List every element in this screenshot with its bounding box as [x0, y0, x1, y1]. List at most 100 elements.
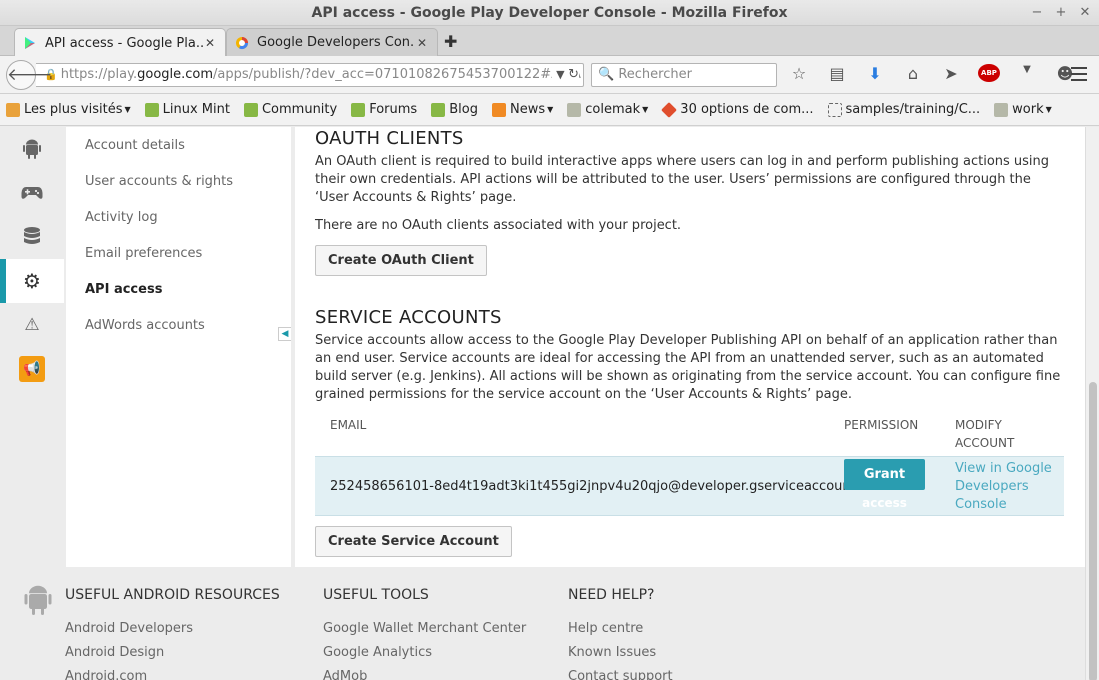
bookmark-label: colemak — [585, 102, 641, 117]
url-host: google.com — [137, 67, 214, 82]
bookmark-linux-mint[interactable]: Linux Mint — [144, 102, 230, 117]
bookmarks-toolbar: Les plus visités ▼ Linux Mint Community F… — [0, 94, 1099, 126]
footer-heading: USEFUL TOOLS — [323, 587, 429, 603]
rail-item-games[interactable] — [0, 171, 64, 215]
bookmark-samples-training[interactable]: samples/training/C... — [827, 102, 981, 117]
warning-icon: ⚠ — [24, 315, 40, 335]
rail-item-apps[interactable] — [0, 127, 64, 171]
dropdown-arrow-icon[interactable]: ▼ — [556, 68, 564, 81]
oauth-empty-message: There are no OAuth clients associated wi… — [315, 218, 682, 233]
grant-access-sublabel: access — [862, 496, 907, 510]
downloads-icon[interactable]: ⬇ — [864, 64, 886, 83]
footer-link-help-centre[interactable]: Help centre — [568, 621, 643, 636]
grant-access-button[interactable]: Grant — [844, 459, 925, 490]
tab-title: Google Developers Con... — [257, 35, 415, 50]
close-window-button[interactable]: ✕ — [1079, 0, 1091, 26]
close-tab-icon[interactable]: ✕ — [203, 36, 217, 50]
bookmark-label: work — [1012, 102, 1044, 117]
google-play-icon — [25, 37, 35, 49]
settings-sidebar: Account details User accounts & rights A… — [66, 127, 291, 567]
sidebar-item-email-preferences[interactable]: Email preferences — [85, 246, 202, 261]
maximize-button[interactable]: + — [1055, 0, 1067, 26]
minimize-button[interactable]: − — [1031, 0, 1043, 26]
api-access-panel: OAUTH CLIENTS An OAuth client is require… — [295, 127, 1085, 567]
rail-item-alerts[interactable]: ⚠ — [0, 303, 64, 347]
bookmark-work[interactable]: work ▼ — [994, 102, 1052, 117]
sidebar-item-api-access[interactable]: API access — [85, 282, 162, 297]
sidebar-item-user-accounts-rights[interactable]: User accounts & rights — [85, 174, 233, 189]
navigation-bar: 🔒 https://play.google.com/apps/publish/?d… — [0, 56, 1099, 94]
oauth-description: An OAuth client is required to build int… — [315, 154, 1050, 205]
service-accounts-heading: SERVICE ACCOUNTS — [315, 307, 502, 328]
tab-api-access[interactable]: API access - Google Pla... ✕ — [14, 28, 226, 57]
rail-item-reports[interactable] — [0, 215, 64, 259]
reading-list-icon[interactable]: ▤ — [826, 64, 848, 83]
android-icon — [23, 139, 41, 159]
sidebar-item-account-details[interactable]: Account details — [85, 138, 185, 153]
folder-icon — [6, 102, 20, 117]
footer-link-known-issues[interactable]: Known Issues — [568, 645, 656, 660]
bookmark-forums[interactable]: Forums — [351, 102, 417, 117]
tab-google-developers-console[interactable]: Google Developers Con... ✕ — [226, 28, 438, 56]
rail-item-settings[interactable]: ⚙ — [0, 259, 64, 303]
window-titlebar: API access - Google Play Developer Conso… — [0, 0, 1099, 26]
gear-icon: ⚙ — [23, 269, 41, 293]
dropdown-arrow-icon: ▼ — [124, 105, 131, 114]
url-bar[interactable]: 🔒 https://play.google.com/apps/publish/?d… — [36, 63, 584, 87]
service-accounts-description: Service accounts allow access to the Goo… — [315, 333, 1061, 402]
tab-title: API access - Google Pla... — [45, 35, 203, 51]
search-placeholder: Rechercher — [618, 67, 692, 82]
dropdown-arrow-icon[interactable]: ▼ — [1016, 64, 1038, 83]
git-icon — [661, 101, 678, 118]
footer: USEFUL ANDROID RESOURCES Android Develop… — [0, 567, 1085, 680]
create-oauth-client-button[interactable]: Create OAuth Client — [315, 245, 487, 276]
create-service-account-button[interactable]: Create Service Account — [315, 526, 512, 557]
mint-icon — [243, 102, 258, 117]
oauth-clients-heading: OAUTH CLIENTS — [315, 128, 464, 149]
bookmark-git-options[interactable]: 30 options de com... — [661, 101, 814, 118]
bookmark-blog[interactable]: Blog — [431, 102, 478, 117]
section-icon-rail: ⚙ ⚠ 📢 — [0, 127, 64, 567]
bookmark-label: samples/training/C... — [845, 102, 981, 117]
bookmark-colemak[interactable]: colemak ▼ — [567, 102, 648, 117]
page-content: ⚙ ⚠ 📢 Account details User accounts & ri… — [0, 127, 1085, 680]
mint-icon — [144, 102, 159, 117]
sidebar-item-adwords-accounts[interactable]: AdWords accounts — [85, 318, 205, 333]
bookmark-label: News — [509, 102, 546, 117]
footer-link-admob[interactable]: AdMob — [323, 669, 367, 680]
toolbar-icons: ☆ ▤ ⬇ ⌂ ➤ ABP ▼ ☻ — [788, 64, 1076, 83]
bookmark-star-icon[interactable]: ☆ — [788, 64, 810, 83]
home-icon[interactable]: ⌂ — [902, 64, 924, 83]
footer-link-android-developers[interactable]: Android Developers — [65, 621, 193, 636]
send-icon[interactable]: ➤ — [940, 64, 962, 83]
google-developers-icon — [236, 36, 248, 49]
window-title: API access - Google Play Developer Conso… — [311, 5, 788, 21]
bookmark-les-plus-visites[interactable]: Les plus visités ▼ — [6, 102, 131, 117]
footer-link-google-wallet[interactable]: Google Wallet Merchant Center — [323, 621, 526, 636]
url-path: /apps/publish/?dev_acc=07101082675453700… — [213, 67, 581, 82]
bookmark-news[interactable]: News ▼ — [491, 102, 553, 117]
bookmark-label: Linux Mint — [162, 102, 230, 117]
adblock-icon[interactable]: ABP — [978, 64, 1000, 83]
collapse-sidebar-icon[interactable]: ◀ — [278, 327, 292, 341]
footer-link-google-analytics[interactable]: Google Analytics — [323, 645, 432, 660]
rail-item-announcements[interactable]: 📢 — [0, 347, 64, 391]
new-tab-icon[interactable]: ✚ — [444, 32, 457, 51]
bookmark-label: Forums — [369, 102, 418, 117]
footer-link-android-design[interactable]: Android Design — [65, 645, 164, 660]
bookmark-community[interactable]: Community — [243, 102, 338, 117]
footer-link-contact-support[interactable]: Contact support — [568, 669, 673, 680]
url-prefix: https://play. — [60, 67, 138, 82]
bookmark-label: Community — [261, 102, 338, 117]
close-tab-icon[interactable]: ✕ — [415, 36, 429, 50]
search-input[interactable]: 🔍 Rechercher — [591, 63, 777, 87]
page-scrollbar[interactable] — [1085, 127, 1099, 680]
hamburger-menu-icon[interactable] — [1071, 67, 1087, 85]
reload-icon[interactable]: ↻ — [568, 67, 579, 82]
view-in-developers-console-link[interactable]: View in Google Developers Console — [955, 460, 1065, 514]
scrollbar-thumb[interactable] — [1089, 382, 1097, 680]
footer-link-android-com[interactable]: Android.com — [65, 669, 147, 680]
sidebar-item-activity-log[interactable]: Activity log — [85, 210, 158, 225]
footer-heading: USEFUL ANDROID RESOURCES — [65, 587, 280, 603]
back-button[interactable]: 🡐 — [6, 60, 53, 90]
